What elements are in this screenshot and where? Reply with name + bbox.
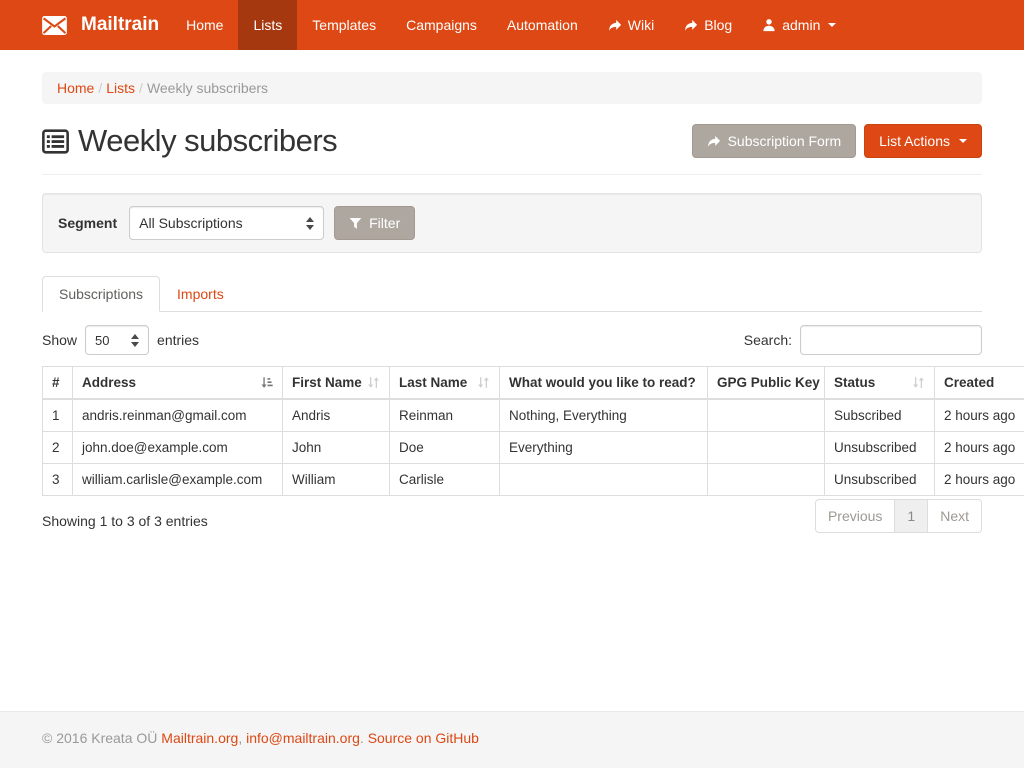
footer: © 2016 Kreata OÜ Mailtrain.org, info@mai… [0, 711, 1024, 768]
copyright: © 2016 Kreata OÜ [42, 730, 157, 746]
filter-button[interactable]: Filter [334, 206, 415, 240]
caret-down-icon [828, 23, 836, 27]
pagination: Previous 1 Next [815, 499, 982, 533]
table-row[interactable]: 1 andris.reinman@gmail.com Andris Reinma… [43, 399, 1024, 432]
cell-status: Unsubscribed [825, 432, 935, 464]
col-header-read-pref: What would you like to read? [500, 367, 708, 400]
nav-item-automation[interactable]: Automation [492, 0, 593, 50]
brand-text: Mailtrain [81, 14, 159, 36]
list-actions-button[interactable]: List Actions [864, 124, 982, 158]
col-header-index: # [43, 367, 73, 400]
cell-created: 2 hours ago [935, 399, 1024, 432]
nav-item-blog[interactable]: Blog [669, 0, 747, 50]
sort-icon [367, 376, 380, 389]
nav-item-templates[interactable]: Templates [297, 0, 391, 50]
tab-imports[interactable]: Imports [160, 276, 241, 312]
main-nav: Home Lists Templates Campaigns Automatio… [171, 0, 851, 50]
select-arrows-icon [131, 334, 139, 347]
sort-icon [477, 376, 490, 389]
cell-address: andris.reinman@gmail.com [73, 399, 283, 432]
col-header-gpg: GPG Public Key [708, 367, 825, 400]
col-header-created[interactable]: Created [935, 367, 1024, 400]
table-row[interactable]: 3 william.carlisle@example.com William C… [43, 464, 1024, 496]
pagination-page-1[interactable]: 1 [894, 499, 928, 533]
segment-filter-panel: Segment All Subscriptions Filter [42, 193, 982, 253]
envelope-icon [42, 16, 67, 35]
navbar: Mailtrain Home Lists Templates Campaigns… [0, 0, 1024, 50]
pagination-previous[interactable]: Previous [815, 499, 895, 533]
col-header-address[interactable]: Address [73, 367, 283, 400]
segment-label: Segment [58, 215, 117, 231]
pagination-next[interactable]: Next [927, 499, 982, 533]
user-icon [762, 18, 776, 32]
sort-icon [912, 376, 925, 389]
show-label: Show [42, 332, 77, 348]
table-header-row: # Address First Name Last Name What [43, 367, 1024, 400]
tab-bar: Subscriptions Imports [42, 276, 982, 312]
subscription-form-button[interactable]: Subscription Form [692, 124, 857, 158]
cell-created: 2 hours ago [935, 432, 1024, 464]
col-header-status[interactable]: Status [825, 367, 935, 400]
segment-select[interactable]: All Subscriptions [129, 206, 324, 240]
filter-icon [349, 217, 362, 230]
subscribers-table: # Address First Name Last Name What [42, 366, 1024, 496]
footer-link-email[interactable]: info@mailtrain.org [246, 730, 360, 746]
entries-label: entries [157, 332, 199, 348]
breadcrumb-current: Weekly subscribers [147, 80, 268, 96]
search-input[interactable] [800, 325, 982, 355]
cell-address: william.carlisle@example.com [73, 464, 283, 496]
col-header-first-name[interactable]: First Name [283, 367, 390, 400]
breadcrumb-home[interactable]: Home [57, 80, 94, 96]
breadcrumb: Home/Lists/Weekly subscribers [42, 72, 982, 104]
page-size-select[interactable]: 50 [85, 325, 149, 355]
cell-address: john.doe@example.com [73, 432, 283, 464]
external-link-icon [608, 19, 622, 32]
caret-down-icon [959, 139, 967, 143]
cell-created: 2 hours ago [935, 464, 1024, 496]
search-label: Search: [744, 332, 792, 348]
nav-item-lists[interactable]: Lists [238, 0, 297, 50]
footer-link-site[interactable]: Mailtrain.org [161, 730, 238, 746]
col-header-last-name[interactable]: Last Name [390, 367, 500, 400]
tab-subscriptions[interactable]: Subscriptions [42, 276, 160, 312]
share-icon [707, 135, 721, 148]
breadcrumb-lists[interactable]: Lists [106, 80, 135, 96]
select-arrows-icon [306, 217, 314, 230]
cell-status: Unsubscribed [825, 464, 935, 496]
table-info: Showing 1 to 3 of 3 entries [42, 513, 208, 529]
table-row[interactable]: 2 john.doe@example.com John Doe Everythi… [43, 432, 1024, 464]
nav-item-campaigns[interactable]: Campaigns [391, 0, 492, 50]
external-link-icon [684, 19, 698, 32]
cell-status: Subscribed [825, 399, 935, 432]
brand-link[interactable]: Mailtrain [42, 0, 171, 50]
divider [42, 174, 982, 175]
sort-asc-icon [260, 376, 273, 389]
user-menu[interactable]: admin [747, 0, 851, 50]
nav-item-wiki[interactable]: Wiki [593, 0, 669, 50]
nav-item-home[interactable]: Home [171, 0, 238, 50]
list-icon [42, 129, 69, 154]
page-title: Weekly subscribers [42, 123, 337, 159]
footer-link-github[interactable]: Source on GitHub [368, 730, 479, 746]
